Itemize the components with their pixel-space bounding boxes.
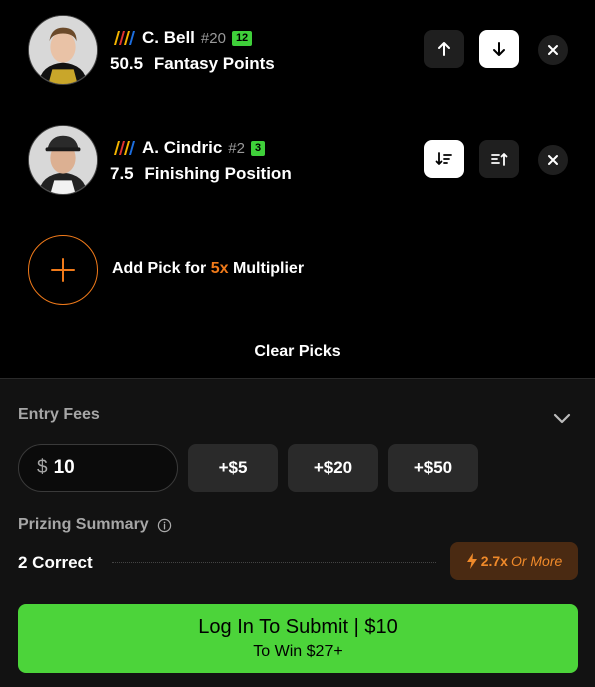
quick-add-50-button[interactable]: +$50 — [388, 444, 478, 492]
prize-tier-label: 2 Correct — [18, 553, 93, 572]
pick-row: A. Cindric #2 3 7.5 Finishing Position — [0, 120, 595, 200]
close-icon — [548, 45, 558, 55]
sort-descending-icon — [435, 152, 452, 165]
info-icon[interactable] — [157, 518, 172, 533]
more-button[interactable] — [424, 30, 464, 68]
projection-value: 7.5 — [110, 164, 134, 183]
driver-avatar — [28, 125, 98, 195]
entry-amount-field[interactable]: $ — [18, 444, 178, 492]
lightning-icon — [466, 553, 477, 569]
entry-fees-label: Entry Fees — [18, 406, 100, 423]
pick-row: C. Bell #20 12 50.5 Fantasy Points — [0, 10, 595, 90]
close-icon — [548, 155, 558, 165]
worse-finish-button[interactable] — [479, 140, 519, 178]
prizing-summary-label: Prizing Summary — [18, 516, 172, 534]
submit-label: Log In To Submit | $10 — [198, 616, 398, 638]
add-pick-text: Add Pick for 5x Multiplier — [112, 260, 304, 278]
driver-avatar — [28, 15, 98, 85]
arrow-up-icon — [438, 42, 450, 56]
plus-icon — [51, 258, 75, 282]
divider-dots — [112, 562, 436, 563]
submit-button[interactable]: Log In To Submit | $10 To Win $27+ — [18, 604, 578, 673]
payout-multiplier: 2.7x — [480, 553, 508, 569]
rank-badge: 12 — [231, 30, 253, 46]
projection-stat: Finishing Position — [144, 164, 292, 183]
nascar-logo-icon — [114, 31, 135, 45]
entry-panel: Entry Fees $ +$5 +$20 +$50 Prizing Summa… — [0, 378, 595, 687]
sort-ascending-icon — [491, 153, 508, 166]
driver-number: #2 — [228, 139, 245, 157]
remove-pick-button[interactable] — [538, 35, 568, 65]
remove-pick-button[interactable] — [538, 145, 568, 175]
submit-sublabel: To Win $27+ — [253, 643, 343, 660]
driver-name-line: A. Cindric #2 3 — [110, 138, 266, 158]
prizing-summary-text: Prizing Summary — [18, 516, 149, 533]
currency-symbol: $ — [37, 457, 48, 478]
add-pick-button[interactable] — [28, 235, 98, 305]
add-pick-multiplier: 5x — [210, 260, 229, 277]
driver-name: C. Bell — [142, 28, 195, 47]
projection-line: 7.5 Finishing Position — [110, 164, 292, 184]
driver-name-line: C. Bell #20 12 — [110, 28, 253, 48]
driver-name: A. Cindric — [142, 138, 223, 157]
chevron-down-icon[interactable] — [553, 411, 571, 425]
quick-add-5-button[interactable]: +$5 — [188, 444, 278, 492]
driver-number: #20 — [200, 29, 226, 47]
entry-amount-input[interactable] — [53, 457, 144, 479]
payout-qualifier: Or More — [510, 553, 563, 569]
less-button[interactable] — [479, 30, 519, 68]
projection-value: 50.5 — [110, 54, 144, 73]
clear-picks-button[interactable]: Clear Picks — [0, 343, 595, 361]
payout-badge: 2.7x Or More — [450, 542, 578, 580]
add-pick-prefix: Add Pick for — [112, 260, 207, 277]
arrow-down-icon — [493, 42, 505, 56]
better-finish-button[interactable] — [424, 140, 464, 178]
quick-add-20-button[interactable]: +$20 — [288, 444, 378, 492]
nascar-logo-icon — [114, 141, 135, 155]
rank-badge: 3 — [250, 140, 266, 156]
add-pick-suffix: Multiplier — [232, 260, 305, 277]
projection-stat: Fantasy Points — [153, 54, 275, 73]
projection-line: 50.5 Fantasy Points — [110, 54, 275, 74]
